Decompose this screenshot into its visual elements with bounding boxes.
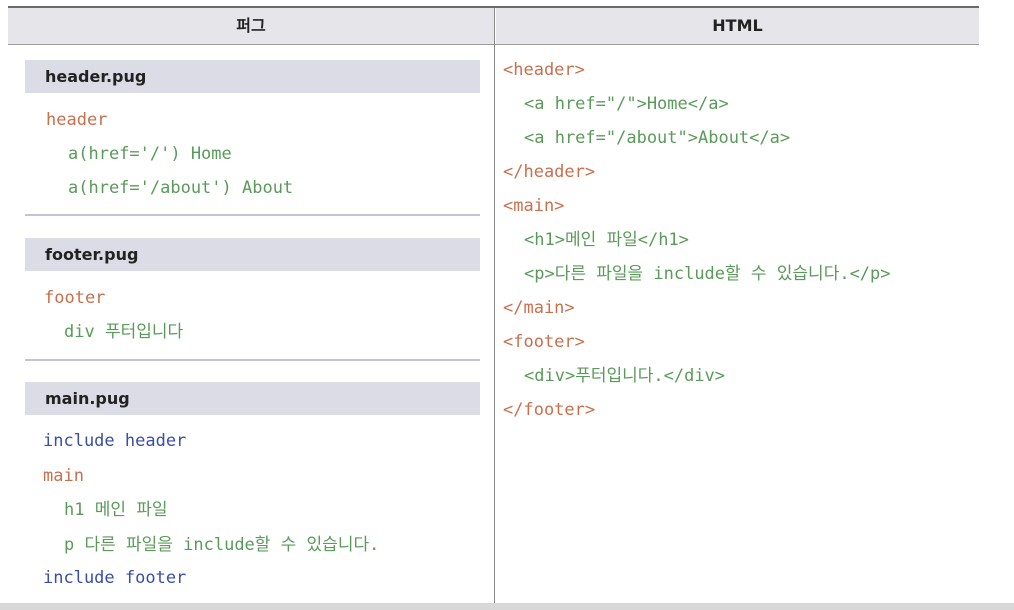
html-line: </footer> xyxy=(503,400,596,420)
pug-line: include footer xyxy=(43,568,187,588)
html-line: <p>다른 파일을 include할 수 있습니다.</p> xyxy=(524,264,891,284)
html-line: <h1>메인 파일</h1> xyxy=(524,230,689,250)
pug-line: include header xyxy=(43,431,187,451)
html-line: </main> xyxy=(503,298,575,318)
html-line: <div>푸터입니다.</div> xyxy=(524,366,726,386)
pug-line: a(href='/') Home xyxy=(68,144,232,164)
html-line: <header> xyxy=(503,60,585,80)
section-separator xyxy=(25,359,480,361)
file-label-header-pug: header.pug xyxy=(25,60,480,93)
pug-line: div 푸터입니다 xyxy=(64,322,184,342)
bottom-edge xyxy=(0,603,1014,610)
html-line: <a href="/about">About</a> xyxy=(524,128,791,148)
pug-line: main xyxy=(43,466,84,486)
html-line: <a href="/">Home</a> xyxy=(524,94,729,114)
column-header-pug: 퍼그 xyxy=(8,8,494,44)
pug-line: h1 메인 파일 xyxy=(64,500,168,520)
pug-line: a(href='/about') About xyxy=(68,178,294,198)
html-line: <footer> xyxy=(503,332,585,352)
file-label-main-pug: main.pug xyxy=(25,382,480,415)
column-divider xyxy=(494,8,495,604)
pug-line: footer xyxy=(44,288,106,308)
html-line: <main> xyxy=(503,196,565,216)
file-label-footer-pug: footer.pug xyxy=(25,238,480,271)
pug-line: header xyxy=(46,110,108,130)
html-line: </header> xyxy=(503,162,596,182)
pug-line: p 다른 파일을 include할 수 있습니다. xyxy=(64,535,380,555)
column-header-html: HTML xyxy=(496,8,979,44)
section-separator xyxy=(25,214,480,216)
